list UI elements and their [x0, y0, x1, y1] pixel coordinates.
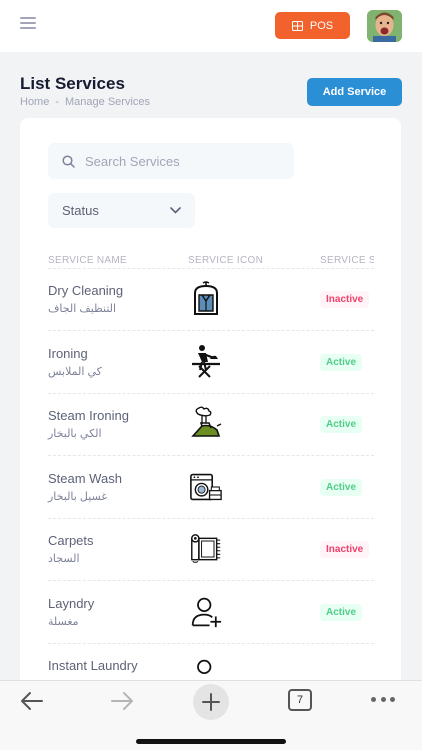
service-name-arabic: كي الملابس	[48, 366, 102, 378]
status-badge: Active	[320, 416, 363, 433]
breadcrumb-current: Manage Services	[65, 96, 151, 108]
breadcrumb: Home - Manage Services	[20, 96, 150, 108]
service-name-arabic: غسيل بالبخار	[48, 491, 108, 503]
search-icon	[62, 154, 75, 168]
service-name-arabic: الكي بالبخار	[48, 428, 102, 440]
avatar[interactable]	[367, 10, 402, 42]
table-row[interactable]: Dry Cleaning التنظيف الجاف Inactive	[48, 269, 374, 331]
back-arrow-icon[interactable]	[20, 689, 44, 713]
home-indicator	[136, 739, 286, 744]
tabs-button[interactable]: 7	[288, 689, 312, 711]
status-badge: Inactive	[320, 541, 370, 558]
service-name-arabic: مغسلة	[48, 616, 79, 628]
pos-button[interactable]: POS	[275, 12, 350, 39]
table-row[interactable]: Steam Ironing الكي بالبخار Active	[48, 394, 374, 456]
carpet-roll-icon	[191, 534, 221, 563]
new-tab-icon	[202, 693, 220, 711]
page-title: List Services	[20, 74, 125, 93]
service-name: Instant Laundry	[48, 658, 138, 673]
service-name-arabic: السجاد	[48, 553, 80, 565]
search-box[interactable]	[48, 143, 294, 179]
grid-icon	[291, 20, 303, 31]
status-select-label: Status	[62, 203, 99, 218]
breadcrumb-home[interactable]: Home	[20, 96, 49, 108]
top-bar: POS	[0, 0, 422, 52]
breadcrumb-separator: -	[55, 96, 60, 108]
person-ironing-icon	[192, 345, 220, 378]
pos-label: POS	[309, 19, 334, 32]
services-card: Status SERVICE NAME SERVICE ICON SERVICE…	[20, 118, 401, 698]
status-select[interactable]: Status	[48, 193, 195, 228]
service-name: Steam Ironing	[48, 408, 129, 423]
hamburger-icon[interactable]	[20, 17, 36, 31]
service-name: Ironing	[48, 346, 88, 361]
table-row[interactable]: Carpets السجاد Inactive	[48, 519, 374, 581]
status-badge: Inactive	[320, 291, 370, 308]
services-table: Dry Cleaning التنظيف الجاف Inactive Iron…	[20, 248, 374, 698]
service-name: Carpets	[48, 533, 94, 548]
status-badge: Active	[320, 479, 363, 496]
table-row[interactable]: Ironing كي الملابس Active	[48, 332, 374, 394]
search-input[interactable]	[85, 153, 275, 169]
service-name-arabic: التنظيف الجاف	[48, 303, 117, 315]
status-badge: Active	[320, 354, 363, 371]
table-row[interactable]: Layndry مغسلة Active	[48, 582, 374, 644]
washing-machine-icon	[190, 473, 222, 501]
chevron-down-icon	[170, 207, 181, 214]
steam-iron-icon	[191, 406, 222, 437]
browser-toolbar: 7	[0, 680, 422, 750]
service-name: Steam Wash	[48, 471, 122, 486]
garment-bag-icon	[194, 281, 218, 315]
status-badge: Active	[320, 604, 363, 621]
add-service-button[interactable]: Add Service	[307, 78, 402, 106]
forward-arrow-icon[interactable]	[110, 689, 134, 713]
table-row[interactable]: Steam Wash غسيل بالبخار Active	[48, 457, 374, 519]
service-name: Dry Cleaning	[48, 283, 124, 298]
more-icon[interactable]	[371, 697, 395, 703]
add-user-icon	[191, 597, 222, 628]
new-tab-button[interactable]	[193, 684, 229, 720]
service-name: Layndry	[48, 596, 95, 611]
